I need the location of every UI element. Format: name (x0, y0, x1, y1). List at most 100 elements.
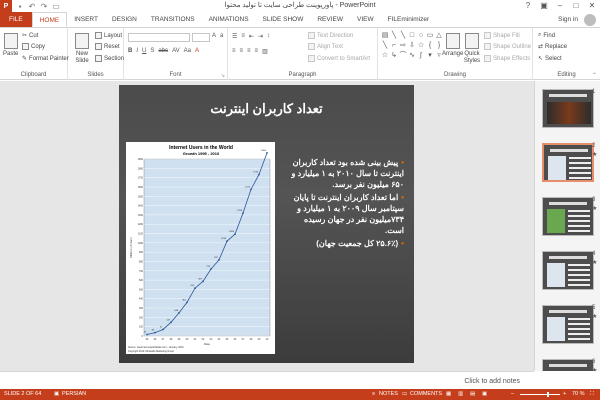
tab-fileminimizer[interactable]: FILEminimizer (381, 12, 437, 27)
avatar[interactable] (584, 14, 596, 26)
align-left-icon[interactable]: ≡ (232, 48, 236, 55)
slideshow-icon[interactable]: ▭ (52, 2, 60, 11)
arrange-button[interactable]: Arrange (442, 33, 463, 57)
line-spacing-icon[interactable]: ↕ (267, 33, 270, 40)
more-shapes-icon[interactable]: ▾ (426, 51, 434, 60)
paste-button[interactable]: Paste (3, 33, 18, 57)
bullet-list[interactable]: •پیش بینی شده بود تعداد کاربران اینترنت … (289, 157, 404, 251)
format-painter-button[interactable]: ✎ Format Painter (22, 55, 69, 63)
slide-thumbnail[interactable] (542, 143, 594, 182)
text-direction-button[interactable]: Text Direction (308, 32, 353, 39)
collapse-ribbon-icon[interactable]: ⌃ (592, 72, 597, 79)
smartart-button[interactable]: Convert to SmartArt (308, 55, 370, 62)
slide-thumbnail[interactable] (542, 89, 594, 128)
copy-button[interactable]: Copy (22, 43, 45, 50)
textbox-shape-icon[interactable]: ▤ (381, 31, 389, 40)
brace-shape-icon[interactable]: { (426, 41, 434, 50)
close-icon[interactable]: ✕ (584, 0, 600, 12)
save-icon[interactable]: ▪ (16, 2, 24, 11)
chart-image[interactable]: Internet Users in the World Growth 1995 -… (126, 142, 275, 354)
align-right-icon[interactable]: ≡ (247, 48, 251, 55)
zoom-in-icon[interactable]: + (563, 389, 566, 400)
font-launcher-icon[interactable]: ↘ (221, 73, 225, 79)
shape-effects-button[interactable]: Shape Effects (484, 55, 530, 62)
powerpoint-icon[interactable]: P (0, 0, 12, 12)
slideshow-view-icon[interactable]: ▣ (482, 389, 487, 400)
wave-shape-icon[interactable]: ∿ (408, 51, 416, 60)
oval-shape-icon[interactable]: ○ (417, 31, 425, 40)
comments-button[interactable]: COMMENTS (410, 389, 442, 400)
zoom-level[interactable]: 70 % (572, 389, 585, 400)
reset-button[interactable]: Reset (95, 43, 120, 50)
align-center-icon[interactable]: ≡ (240, 48, 244, 55)
line-shape-icon[interactable]: ╲ (381, 41, 389, 50)
tab-animations[interactable]: ANIMATIONS (202, 12, 256, 27)
decrease-indent-icon[interactable]: ⇤ (249, 33, 254, 40)
quick-styles-button[interactable]: Quick Styles (462, 33, 482, 65)
curve-shape-icon[interactable]: ∫ (417, 51, 425, 60)
tab-review[interactable]: REVIEW (310, 12, 350, 27)
font-size-field[interactable] (192, 33, 210, 42)
select-button[interactable]: ↖ Select (538, 55, 562, 63)
maximize-icon[interactable]: □ (568, 0, 584, 12)
new-slide-button[interactable]: New Slide (71, 33, 93, 65)
arrow-shape-icon[interactable]: ⇩ (408, 41, 416, 50)
tab-file[interactable]: FILE (0, 12, 32, 27)
star-shape-icon[interactable]: ☆ (417, 41, 425, 50)
increase-indent-icon[interactable]: ⇥ (258, 33, 263, 40)
underline-icon[interactable]: U (142, 48, 146, 54)
star-shape-icon[interactable]: ☆ (381, 51, 389, 60)
zoom-out-icon[interactable]: – (511, 389, 514, 400)
replace-button[interactable]: ⇄ Replace (538, 43, 567, 51)
tab-slide-show[interactable]: SLIDE SHOW (256, 12, 311, 27)
font-name-field[interactable] (128, 33, 190, 42)
zoom-slider[interactable] (520, 392, 560, 397)
slide-thumbnail[interactable] (542, 359, 594, 371)
language-indicator[interactable]: PERSIAN (62, 389, 86, 400)
columns-icon[interactable]: ▥ (262, 48, 268, 55)
line-shape-icon[interactable]: ╲ (390, 31, 398, 40)
bold-icon[interactable]: B (128, 48, 132, 54)
reading-view-icon[interactable]: ▤ (470, 389, 475, 400)
font-color-icon[interactable]: A (195, 48, 199, 54)
slide-counter[interactable]: SLIDE 2 OF 64 (4, 389, 41, 400)
align-text-button[interactable]: Align Text (308, 43, 343, 50)
shape-outline-button[interactable]: Shape Outline (484, 43, 531, 50)
shape-fill-button[interactable]: Shape Fill (484, 32, 520, 39)
notes-pane[interactable]: Click to add notes (0, 371, 534, 389)
zoom-slider-knob[interactable] (547, 392, 549, 397)
tab-home[interactable]: HOME (31, 12, 68, 27)
slide-sorter-icon[interactable]: ▥ (458, 389, 463, 400)
notes-placeholder[interactable]: Click to add notes (464, 378, 520, 385)
undo-icon[interactable]: ↶ (28, 2, 36, 11)
rectangle-shape-icon[interactable]: ▭ (426, 31, 434, 40)
shapes-gallery[interactable]: ▤ ╲ ╲ □ ○ ▭ △ ╲ ⌐ ⇨ ⇩ ☆ { } ☆ ↳ ⌒ ∿ ∫ ▾ … (381, 31, 442, 65)
notes-button[interactable]: NOTES (379, 389, 398, 400)
layout-button[interactable]: Layout (95, 32, 122, 39)
cut-button[interactable]: ✂ Cut (22, 32, 38, 40)
tab-view[interactable]: VIEW (350, 12, 381, 27)
italic-icon[interactable]: I (136, 48, 138, 54)
grow-font-icon[interactable]: A (212, 33, 216, 39)
bullets-icon[interactable]: ☰ (232, 33, 237, 40)
find-button[interactable]: ⌕ Find (538, 32, 555, 39)
fit-slide-icon[interactable]: ⛶ (590, 389, 594, 400)
shrink-font-icon[interactable]: a (220, 33, 223, 39)
ribbon-options-icon[interactable]: ▣ (536, 0, 552, 12)
minimize-icon[interactable]: – (552, 0, 568, 12)
line-shape-icon[interactable]: ╲ (399, 31, 407, 40)
help-icon[interactable]: ? (520, 0, 536, 12)
tab-design[interactable]: DESIGN (105, 12, 144, 27)
rectangle-shape-icon[interactable]: □ (408, 31, 416, 40)
slide-title[interactable]: تعداد کاربران اینترنت (119, 101, 414, 117)
corner-shape-icon[interactable]: ⌐ (390, 41, 398, 50)
justify-icon[interactable]: ≡ (255, 48, 259, 55)
section-button[interactable]: Section (95, 55, 124, 62)
arc-shape-icon[interactable]: ⌒ (399, 51, 407, 60)
slide-thumbnail[interactable] (542, 305, 594, 344)
normal-view-icon[interactable]: ▦ (446, 389, 451, 400)
arrow-shape-icon[interactable]: ⇨ (399, 41, 407, 50)
numbering-icon[interactable]: ≡ (241, 33, 245, 40)
slide-thumbnail[interactable] (542, 197, 594, 236)
case-icon[interactable]: Aa (184, 48, 191, 54)
